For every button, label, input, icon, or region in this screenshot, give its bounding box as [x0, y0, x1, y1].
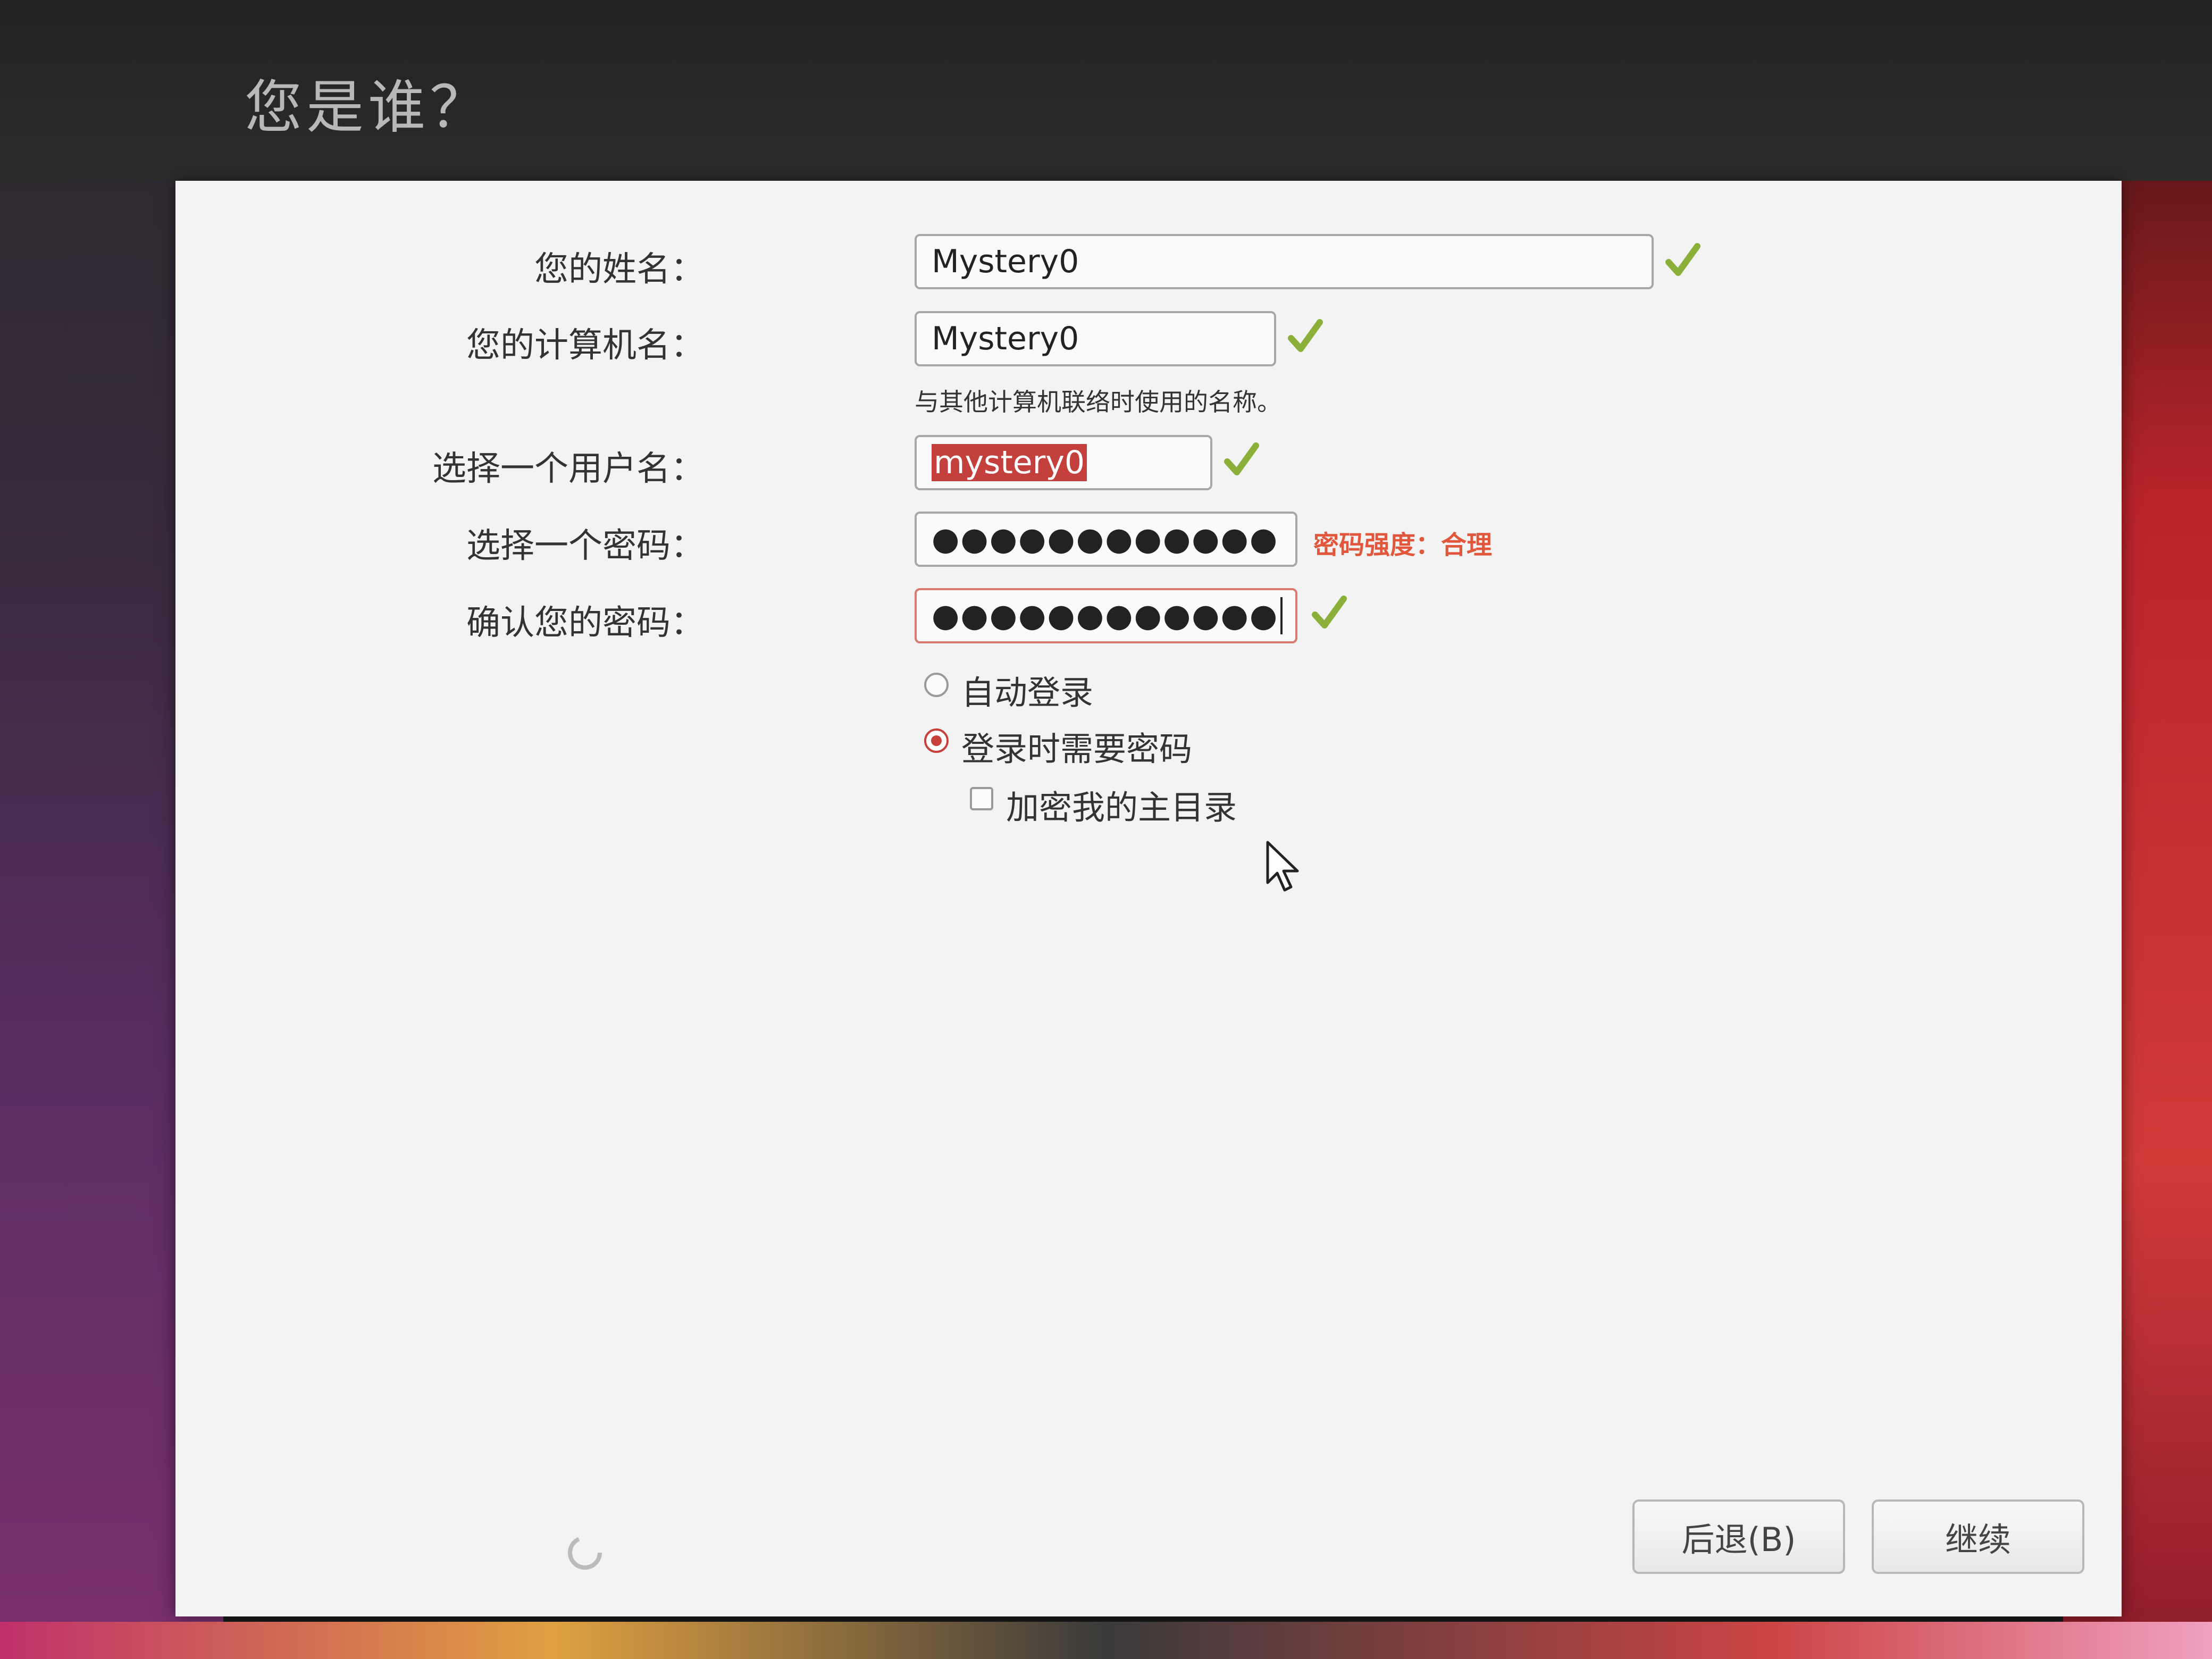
require-password-label[interactable]: 登录时需要密码 [961, 722, 1192, 770]
password-strength: 密码强度：合理 [1313, 530, 1493, 560]
name-input[interactable]: Mystery0 [915, 234, 1654, 289]
spinner-icon [568, 1536, 602, 1570]
installer-header: 您是谁？ [0, 0, 2212, 181]
mouse-cursor-icon [1266, 841, 1299, 892]
text-caret [1280, 597, 1283, 634]
check-icon [1288, 319, 1323, 352]
username-input[interactable]: mystery0 [915, 435, 1212, 490]
desktop-wallpaper-bottom [0, 1622, 2212, 1659]
confirm-password-label: 确认您的密码： [466, 604, 705, 643]
auto-login-radio[interactable] [924, 673, 949, 697]
computer-name-hint: 与其他计算机联络时使用的名称。 [915, 388, 1281, 416]
encrypt-home-label[interactable]: 加密我的主目录 [1006, 781, 1237, 828]
check-icon [1312, 596, 1347, 629]
password-label: 选择一个密码： [466, 526, 705, 566]
continue-button[interactable]: 继续 [1872, 1499, 2084, 1574]
encrypt-home-checkbox[interactable] [970, 787, 993, 810]
back-button[interactable]: 后退(B) [1632, 1499, 1845, 1574]
computer-name-input[interactable]: Mystery0 [915, 311, 1276, 366]
require-password-radio[interactable] [924, 728, 949, 753]
check-icon [1224, 442, 1259, 475]
name-label: 您的姓名： [534, 250, 705, 289]
check-icon [1665, 243, 1700, 276]
page-title: 您是谁？ [245, 74, 492, 141]
computer-name-label: 您的计算机名： [466, 326, 705, 365]
username-label: 选择一个用户名： [432, 449, 705, 489]
confirm-password-input[interactable]: ●●●●●●●●●●●● [915, 588, 1297, 643]
password-input[interactable]: ●●●●●●●●●●●● [915, 512, 1297, 567]
auto-login-label[interactable]: 自动登录 [961, 666, 1093, 714]
user-setup-panel: 您的姓名： Mystery0 您的计算机名： Mystery0 与其他计算机联络… [175, 181, 2122, 1616]
